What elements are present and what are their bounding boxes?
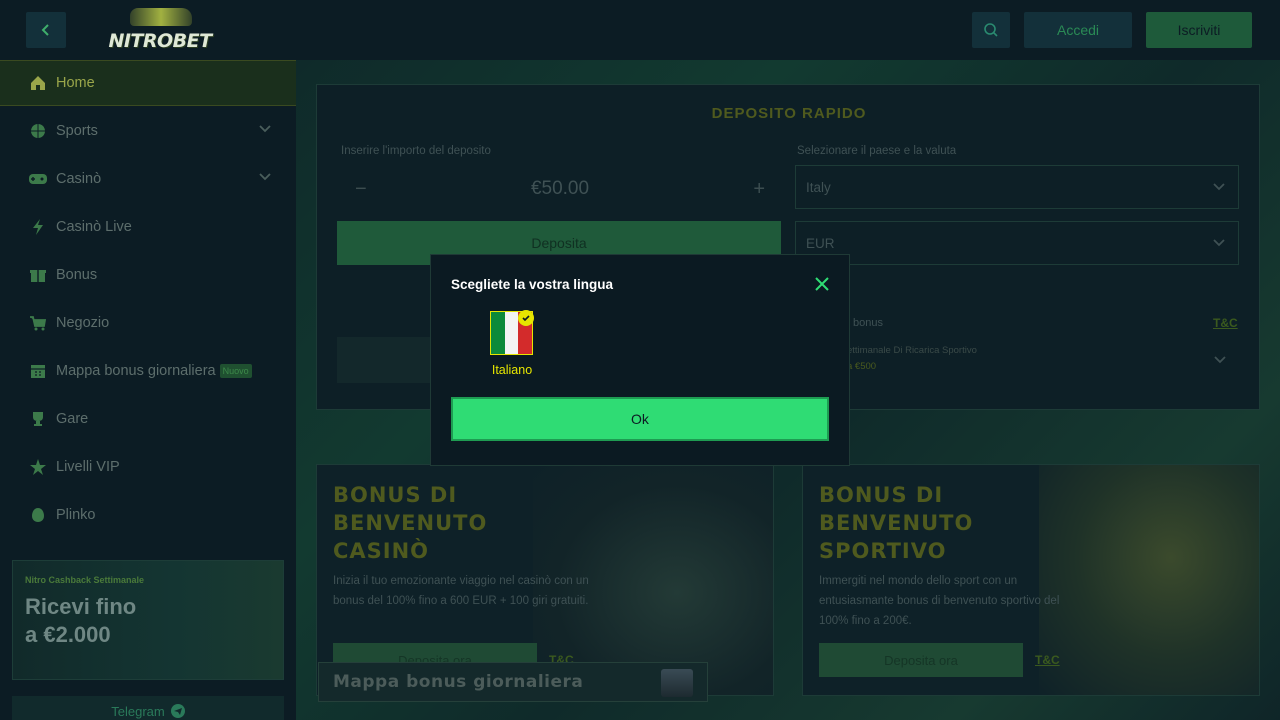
language-modal: Scegliete la vostra lingua Italiano Ok (430, 254, 850, 466)
search-icon (984, 23, 998, 37)
promo-title-line: BENVENUTO (333, 511, 488, 535)
promo-title-line: BENVENUTO (819, 511, 974, 535)
sidebar: Home Sports Casinò Casinò Live Bonus Neg… (0, 60, 296, 720)
telegram-icon (170, 704, 185, 718)
ok-button[interactable]: Ok (451, 397, 829, 441)
telegram-label: Telegram (111, 703, 165, 719)
sidebar-item-vip-levels[interactable]: Livelli VIP (0, 444, 296, 490)
chevron-left-icon (41, 24, 49, 36)
country-value: Italy (806, 179, 831, 195)
chevron-down-icon (1213, 239, 1225, 247)
sidebar-item-casino[interactable]: Casinò (0, 156, 296, 202)
cashback-subtitle: Nitro Cashback Settimanale (25, 575, 145, 585)
cashback-banner[interactable]: Nitro Cashback Settimanale Ricevi fino a… (12, 560, 284, 680)
check-icon (518, 310, 534, 326)
close-icon (815, 277, 829, 291)
sidebar-item-label: Sports (56, 123, 98, 139)
home-icon (28, 73, 48, 93)
back-button[interactable] (26, 12, 66, 48)
promo-title-line: BONUS DI (819, 483, 944, 507)
map-banner-label: Mappa bonus giornaliera (333, 672, 584, 692)
promo-description: Inizia il tuo emozionante viaggio nel ca… (333, 575, 589, 607)
motorbike-icon (130, 8, 192, 26)
sidebar-item-daily-bonus-map[interactable]: Mappa bonus giornaliera Nuovo (0, 348, 296, 394)
chevron-down-icon[interactable] (1213, 353, 1227, 367)
telegram-button[interactable]: Telegram (12, 696, 284, 720)
language-option-italian[interactable] (490, 310, 534, 355)
sidebar-item-races[interactable]: Gare (0, 396, 296, 442)
deposit-now-button[interactable]: Deposita ora (819, 643, 1023, 677)
ball-icon (28, 121, 48, 141)
sidebar-item-sports[interactable]: Sports (0, 108, 296, 154)
country-label: Selezionare il paese e la valuta (797, 145, 957, 157)
language-label[interactable]: Italiano (475, 363, 549, 377)
sidebar-item-label: Casinò (56, 171, 102, 187)
sidebar-item-bonus[interactable]: Bonus (0, 252, 296, 298)
amount-label: Inserire l'importo del deposito (341, 145, 491, 157)
search-button[interactable] (972, 12, 1010, 48)
treasure-chest-icon (661, 669, 693, 697)
sidebar-item-label: Plinko (56, 507, 96, 523)
promo-title: BONUS DI BENVENUTO SPORTIVO (819, 481, 973, 565)
calendar-icon (28, 361, 48, 381)
country-select[interactable]: Italy (795, 165, 1239, 209)
cart-icon (28, 313, 48, 333)
flag-stripe (504, 312, 519, 354)
promo-title-line: BONUS DI (333, 483, 458, 507)
sidebar-item-label: Negozio (56, 315, 110, 331)
sidebar-item-casino-live[interactable]: Casinò Live (0, 204, 296, 250)
chevron-down-icon (259, 173, 271, 181)
modal-title: Scegliete la vostra lingua (451, 277, 614, 292)
currency-value: EUR (806, 235, 835, 251)
bonus-offer-amount: a €500 (847, 361, 877, 372)
promo-description: Immergiti nel mondo dello sport con un e… (819, 575, 1060, 627)
promo-title: BONUS DI BENVENUTO CASINÒ (333, 481, 487, 565)
amount-stepper[interactable]: − €50.00 + (337, 167, 783, 211)
sidebar-item-label: Gare (56, 411, 89, 427)
quick-deposit-title: DEPOSITO RAPIDO (711, 105, 867, 122)
sidebar-item-label: Casinò Live (56, 219, 132, 235)
top-bar: NITROBET Accedi Iscriviti (0, 0, 1280, 60)
lightning-icon (28, 217, 48, 237)
daily-bonus-map-banner[interactable]: Mappa bonus giornaliera (318, 662, 708, 702)
plus-icon[interactable]: + (753, 178, 765, 201)
sidebar-item-home[interactable]: Home (0, 60, 296, 106)
gamepad-icon (28, 169, 48, 189)
tsc-link[interactable]: T&C (1035, 653, 1060, 667)
chevron-down-icon (259, 125, 271, 133)
sport-welcome-bonus-card[interactable]: BONUS DI BENVENUTO SPORTIVO Immergiti ne… (802, 464, 1260, 696)
sidebar-item-plinko[interactable]: Plinko (0, 492, 296, 538)
chevron-down-icon (1213, 183, 1225, 191)
promo-title-line: SPORTIVO (819, 539, 947, 563)
trophy-icon (28, 409, 48, 429)
gift-icon (28, 265, 48, 285)
bonus-offer-name: ettimanale Di Ricarica Sportivo (847, 345, 977, 356)
sidebar-item-label: Home (56, 75, 95, 91)
cashback-title: Ricevi fino a €2.000 (25, 593, 136, 649)
minus-icon[interactable]: − (355, 178, 367, 201)
bonus-label: bonus (853, 317, 883, 329)
register-button[interactable]: Iscriviti (1146, 12, 1252, 48)
cashback-line-1: Ricevi fino (25, 594, 137, 619)
login-button[interactable]: Accedi (1024, 12, 1132, 48)
star-icon (28, 457, 48, 477)
new-badge: Nuovo (219, 364, 252, 378)
sidebar-item-label: Bonus (56, 267, 98, 283)
promo-title-line: CASINÒ (333, 539, 430, 563)
tsc-link[interactable]: T&C (1213, 316, 1238, 330)
cashback-line-2: a €2.000 (25, 622, 111, 647)
currency-select[interactable]: EUR (795, 221, 1239, 265)
secondary-button[interactable] (337, 337, 437, 383)
logo[interactable]: NITROBET (108, 8, 212, 52)
close-button[interactable] (813, 275, 831, 293)
sidebar-item-shop[interactable]: Negozio (0, 300, 296, 346)
sidebar-item-label: Mappa bonus giornaliera (56, 363, 216, 379)
logo-text: NITROBET (108, 30, 212, 52)
plinko-icon (28, 505, 48, 525)
flag-stripe (491, 312, 505, 354)
sidebar-item-label: Livelli VIP (56, 459, 120, 475)
amount-value[interactable]: €50.00 (531, 178, 589, 200)
